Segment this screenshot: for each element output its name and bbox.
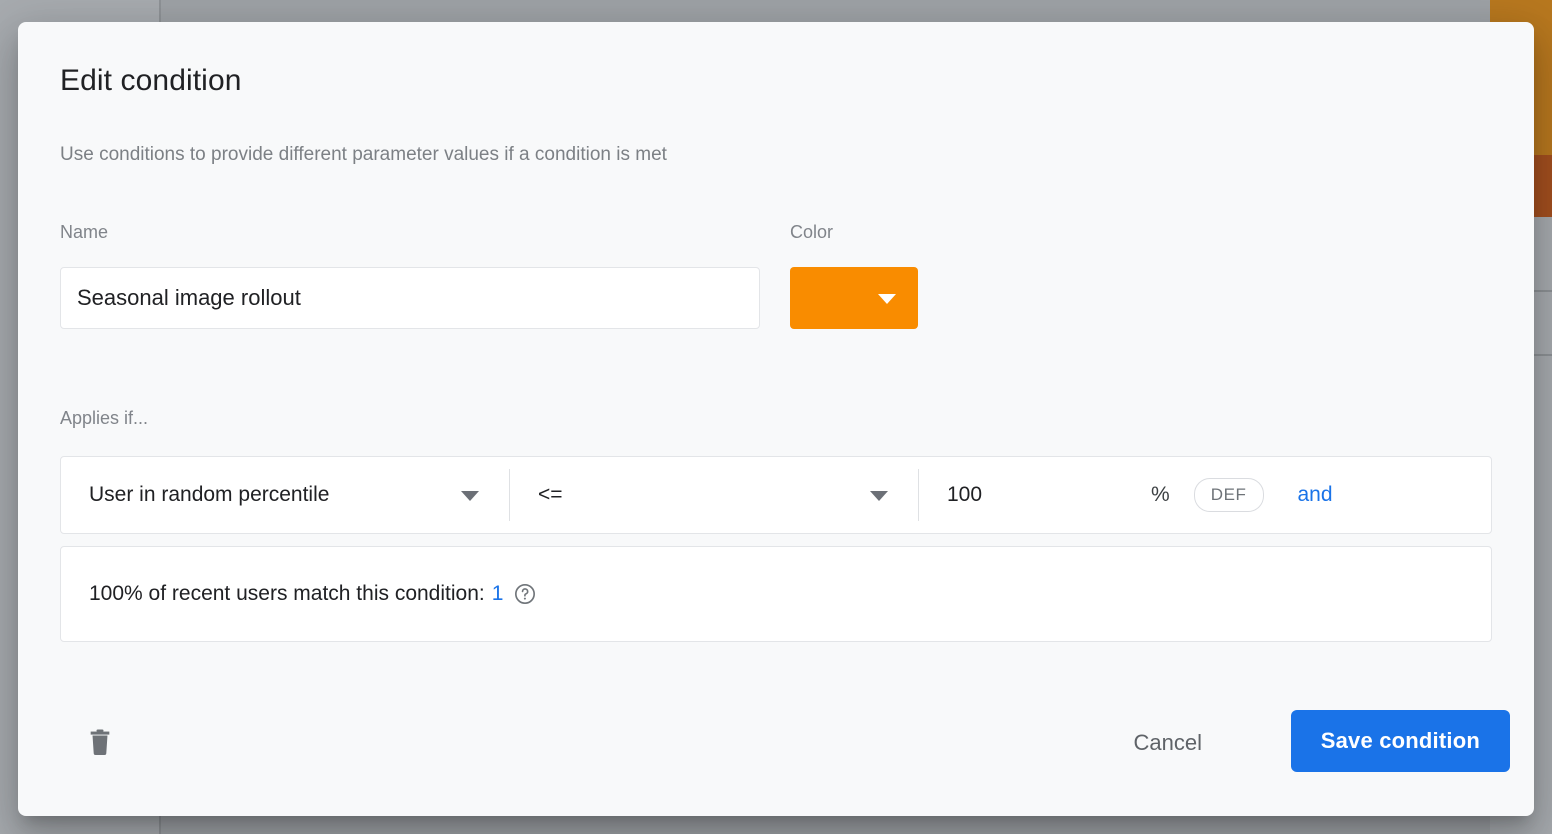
condition-name-input[interactable] bbox=[60, 267, 760, 329]
save-condition-button[interactable]: Save condition bbox=[1291, 710, 1510, 772]
condition-attribute-select[interactable]: User in random percentile bbox=[61, 457, 509, 533]
edit-condition-dialog: Edit condition Use conditions to provide… bbox=[18, 22, 1534, 816]
delete-condition-button[interactable] bbox=[80, 722, 120, 766]
condition-color-picker[interactable] bbox=[790, 267, 918, 329]
chevron-down-icon bbox=[870, 491, 888, 501]
chevron-down-icon bbox=[461, 491, 479, 501]
chevron-down-icon bbox=[878, 294, 896, 304]
name-field-label: Name bbox=[60, 222, 108, 243]
dialog-title: Edit condition bbox=[60, 64, 242, 98]
condition-match-info: 100% of recent users match this conditio… bbox=[60, 546, 1492, 642]
dialog-subtitle: Use conditions to provide different para… bbox=[60, 144, 667, 166]
help-circle-icon[interactable] bbox=[514, 583, 536, 605]
match-info-text: 100% of recent users match this conditio… bbox=[89, 582, 485, 606]
condition-value-cell: % DEF and bbox=[919, 457, 1333, 533]
condition-operator-select[interactable]: <= bbox=[510, 457, 918, 533]
condition-operator-value: <= bbox=[538, 483, 918, 507]
condition-value-input[interactable] bbox=[919, 457, 1137, 533]
trash-icon bbox=[86, 727, 114, 762]
condition-attribute-value: User in random percentile bbox=[89, 483, 509, 507]
color-field-label: Color bbox=[790, 222, 833, 243]
percent-unit-label: % bbox=[1151, 483, 1170, 507]
condition-rule-row: User in random percentile <= % DEF and bbox=[60, 456, 1492, 534]
cancel-button[interactable]: Cancel bbox=[1116, 719, 1220, 767]
add-and-clause-link[interactable]: and bbox=[1298, 483, 1333, 507]
applies-if-label: Applies if... bbox=[60, 408, 148, 429]
match-info-count[interactable]: 1 bbox=[492, 582, 504, 606]
default-value-chip[interactable]: DEF bbox=[1194, 478, 1264, 512]
